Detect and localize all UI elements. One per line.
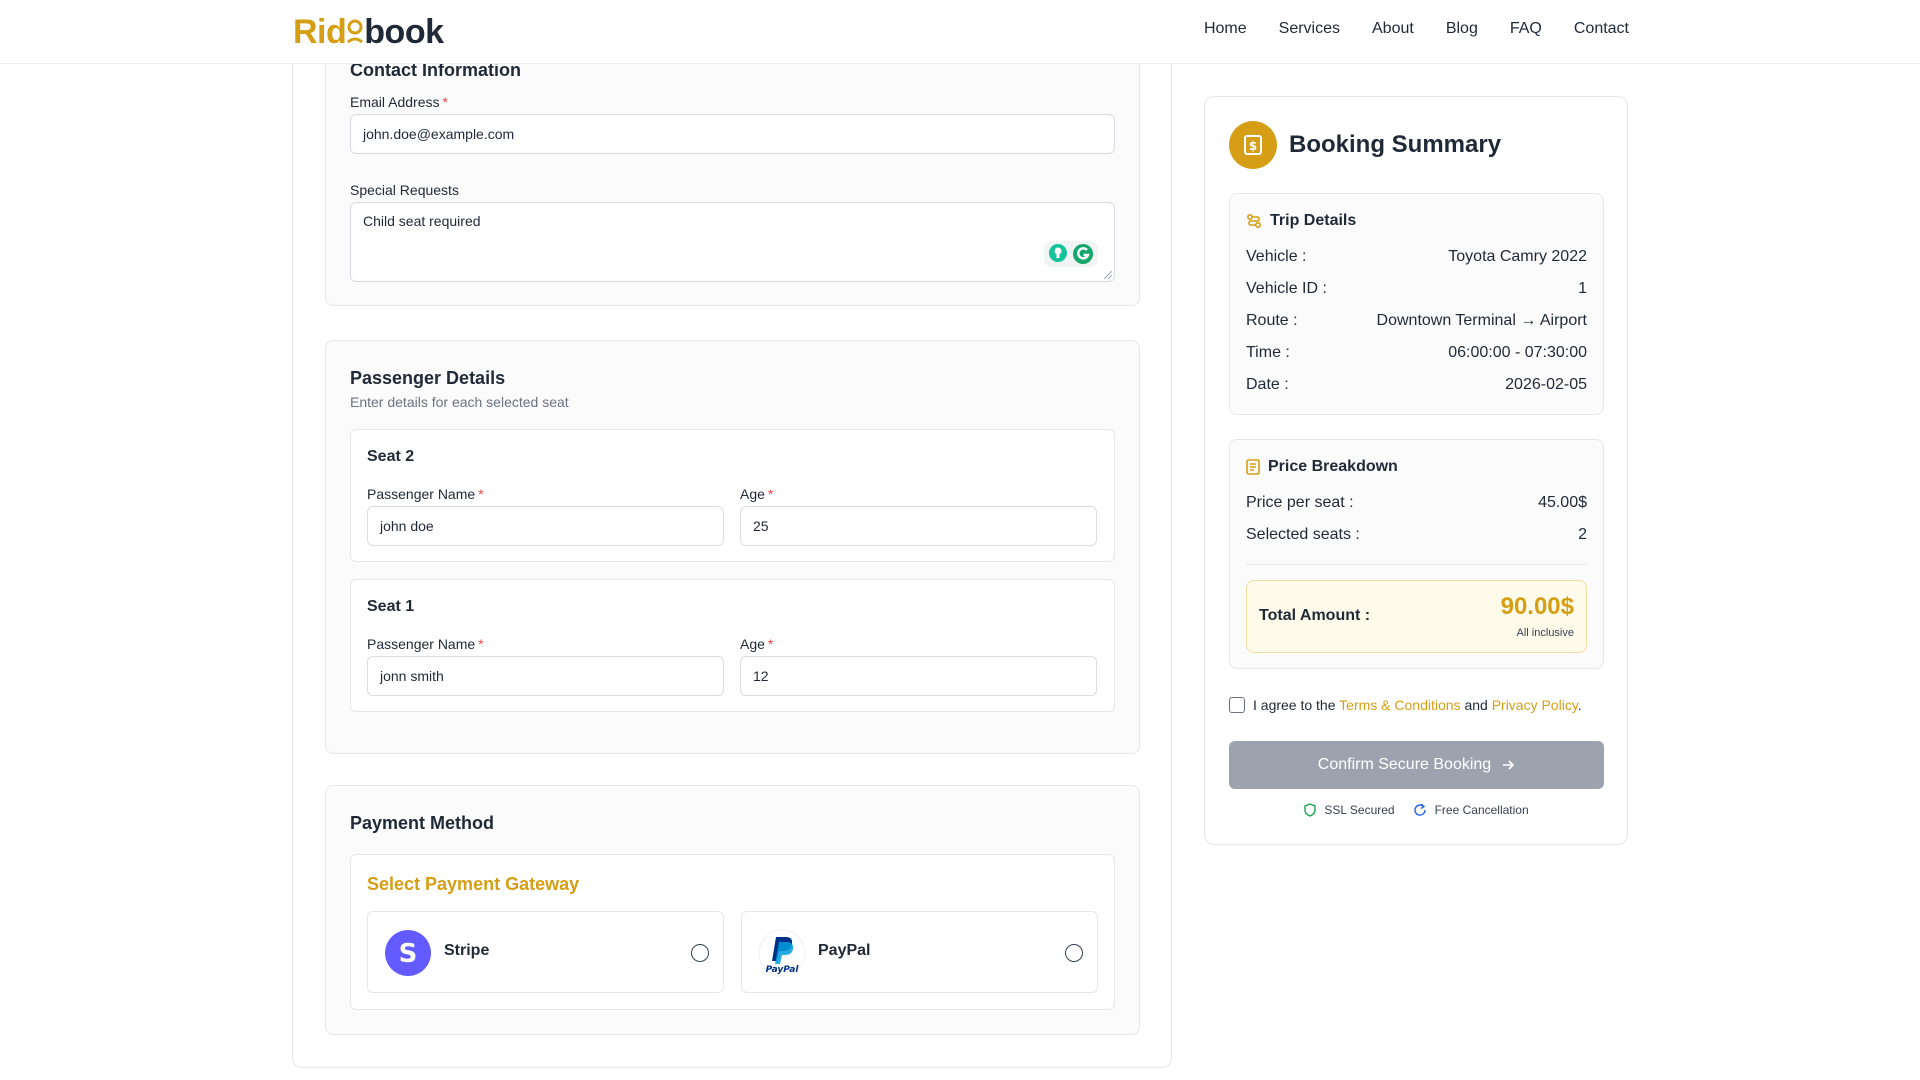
nav-blog[interactable]: Blog (1446, 20, 1478, 38)
booking-form-column: Contact Information Email Address * john.… (292, 23, 1172, 1068)
receipt-icon: $ (1229, 121, 1277, 169)
ssl-badge: SSL Secured (1304, 803, 1395, 817)
paypal-radio[interactable] (1065, 944, 1083, 962)
total-amount-box: Total Amount : 90.00$ All inclusive (1246, 580, 1587, 653)
main-nav: Home Services About Blog FAQ Contact (1204, 20, 1629, 38)
invoice-icon (1246, 459, 1260, 475)
terms-link[interactable]: Terms & Conditions (1339, 697, 1460, 713)
passenger-details-subtitle: Enter details for each selected seat (350, 394, 569, 410)
email-field[interactable]: john.doe@example.com (350, 114, 1115, 154)
trip-details-heading: Trip Details (1246, 212, 1356, 230)
resize-handle-icon[interactable] (1104, 271, 1112, 279)
site-header: Rid book Home Services About Blog FAQ Co… (0, 0, 1920, 64)
grammar-assistant-icons[interactable] (1044, 241, 1098, 267)
passenger-details-title: Passenger Details (350, 368, 506, 388)
trip-details-box: Trip Details Vehicle : Toyota Camry 2022 … (1229, 193, 1604, 415)
nav-home[interactable]: Home (1204, 20, 1247, 38)
seat-card: Seat 1 Passenger Name * jonn smith Age * 1… (350, 579, 1115, 712)
stripe-option[interactable]: S Stripe (367, 911, 724, 993)
payment-method-card: Payment Method Select Payment Gateway S … (325, 785, 1140, 1035)
paypal-logo-icon: PayPal (758, 929, 806, 977)
shield-icon (1304, 803, 1317, 817)
route-icon (1246, 213, 1262, 229)
trip-row-date: Date :2026-02-05 (1246, 376, 1587, 393)
trip-row-time: Time :06:00:00 - 07:30:00 (1246, 344, 1587, 361)
booking-summary-title: Booking Summary (1289, 131, 1502, 158)
privacy-link[interactable]: Privacy Policy (1492, 697, 1578, 713)
divider (1246, 564, 1587, 565)
price-row-selected-seats: Selected seats :2 (1246, 526, 1587, 543)
terms-checkbox[interactable] (1229, 697, 1245, 713)
nav-services[interactable]: Services (1279, 20, 1340, 38)
nav-faq[interactable]: FAQ (1510, 20, 1542, 38)
price-breakdown-heading: Price Breakdown (1246, 458, 1398, 476)
grammarly-icon (1073, 244, 1093, 264)
total-amount-value: 90.00$ (1500, 593, 1574, 620)
ridebook-logo[interactable]: Rid book (293, 10, 444, 54)
paypal-option[interactable]: PayPal PayPal (741, 911, 1098, 993)
nav-contact[interactable]: Contact (1574, 20, 1629, 38)
passenger-name-label: Passenger Name * (367, 636, 484, 652)
terms-agreement: I agree to the Terms & Conditions and Pr… (1229, 697, 1582, 713)
passenger-name-input[interactable]: john doe (367, 506, 724, 546)
free-cancellation-badge: Free Cancellation (1413, 803, 1529, 817)
passenger-name-input[interactable]: jonn smith (367, 656, 724, 696)
email-label: Email Address * (350, 94, 448, 110)
payment-method-title: Payment Method (350, 813, 495, 833)
svg-text:PayPal: PayPal (766, 965, 800, 975)
age-input[interactable]: 12 (740, 656, 1097, 696)
seat-title: Seat 1 (367, 598, 415, 615)
passenger-name-label: Passenger Name * (367, 486, 484, 502)
special-requests-label: Special Requests (350, 182, 459, 198)
passenger-details-card: Passenger Details Enter details for each… (325, 340, 1140, 754)
logo-pin-icon (347, 19, 364, 44)
confirm-booking-label: Confirm Secure Booking (1317, 756, 1492, 773)
refresh-icon (1413, 803, 1426, 816)
stripe-label: Stripe (444, 942, 490, 959)
total-amount-label: Total Amount : (1259, 607, 1371, 624)
age-label: Age * (740, 486, 774, 502)
lightbulb-icon (1049, 244, 1067, 262)
svg-text:S: S (399, 939, 418, 969)
svg-text:$: $ (1249, 139, 1257, 153)
price-row-per-seat: Price per seat :45.00$ (1246, 494, 1587, 511)
special-requests-value: Child seat required (363, 213, 481, 229)
trip-row-vehicle: Vehicle : Toyota Camry 2022 (1246, 248, 1587, 265)
price-breakdown-box: Price Breakdown Price per seat :45.00$ S… (1229, 439, 1604, 669)
confirm-booking-button[interactable]: Confirm Secure Booking (1229, 741, 1604, 789)
trip-row-route: Route : Downtown Terminal → Airport (1246, 312, 1587, 329)
payment-gateway-title: Select Payment Gateway (367, 874, 580, 894)
logo-part-book: book (364, 12, 444, 51)
age-label: Age * (740, 636, 774, 652)
trust-badges: SSL Secured Free Cancellation (1229, 803, 1604, 817)
seat-card: Seat 2 Passenger Name * john doe Age * 25 (350, 429, 1115, 562)
stripe-radio[interactable] (691, 944, 709, 962)
age-input[interactable]: 25 (740, 506, 1097, 546)
logo-part-rid: Rid (293, 12, 347, 51)
contact-information-card: Contact Information Email Address * john.… (325, 23, 1140, 306)
paypal-label: PayPal (818, 942, 871, 959)
total-amount-note: All inclusive (1516, 627, 1574, 639)
arrow-right-icon (1503, 760, 1515, 770)
seat-title: Seat 2 (367, 448, 415, 465)
stripe-logo-icon: S (385, 930, 431, 976)
booking-summary-panel: $ Booking Summary Trip Details Vehicle :… (1204, 96, 1628, 845)
trip-row-vehicle-id: Vehicle ID :1 (1246, 280, 1587, 297)
payment-gateway-box: Select Payment Gateway S Stripe PayPal P… (350, 854, 1115, 1010)
special-requests-textarea[interactable]: Child seat required (350, 202, 1115, 282)
nav-about[interactable]: About (1372, 20, 1414, 38)
